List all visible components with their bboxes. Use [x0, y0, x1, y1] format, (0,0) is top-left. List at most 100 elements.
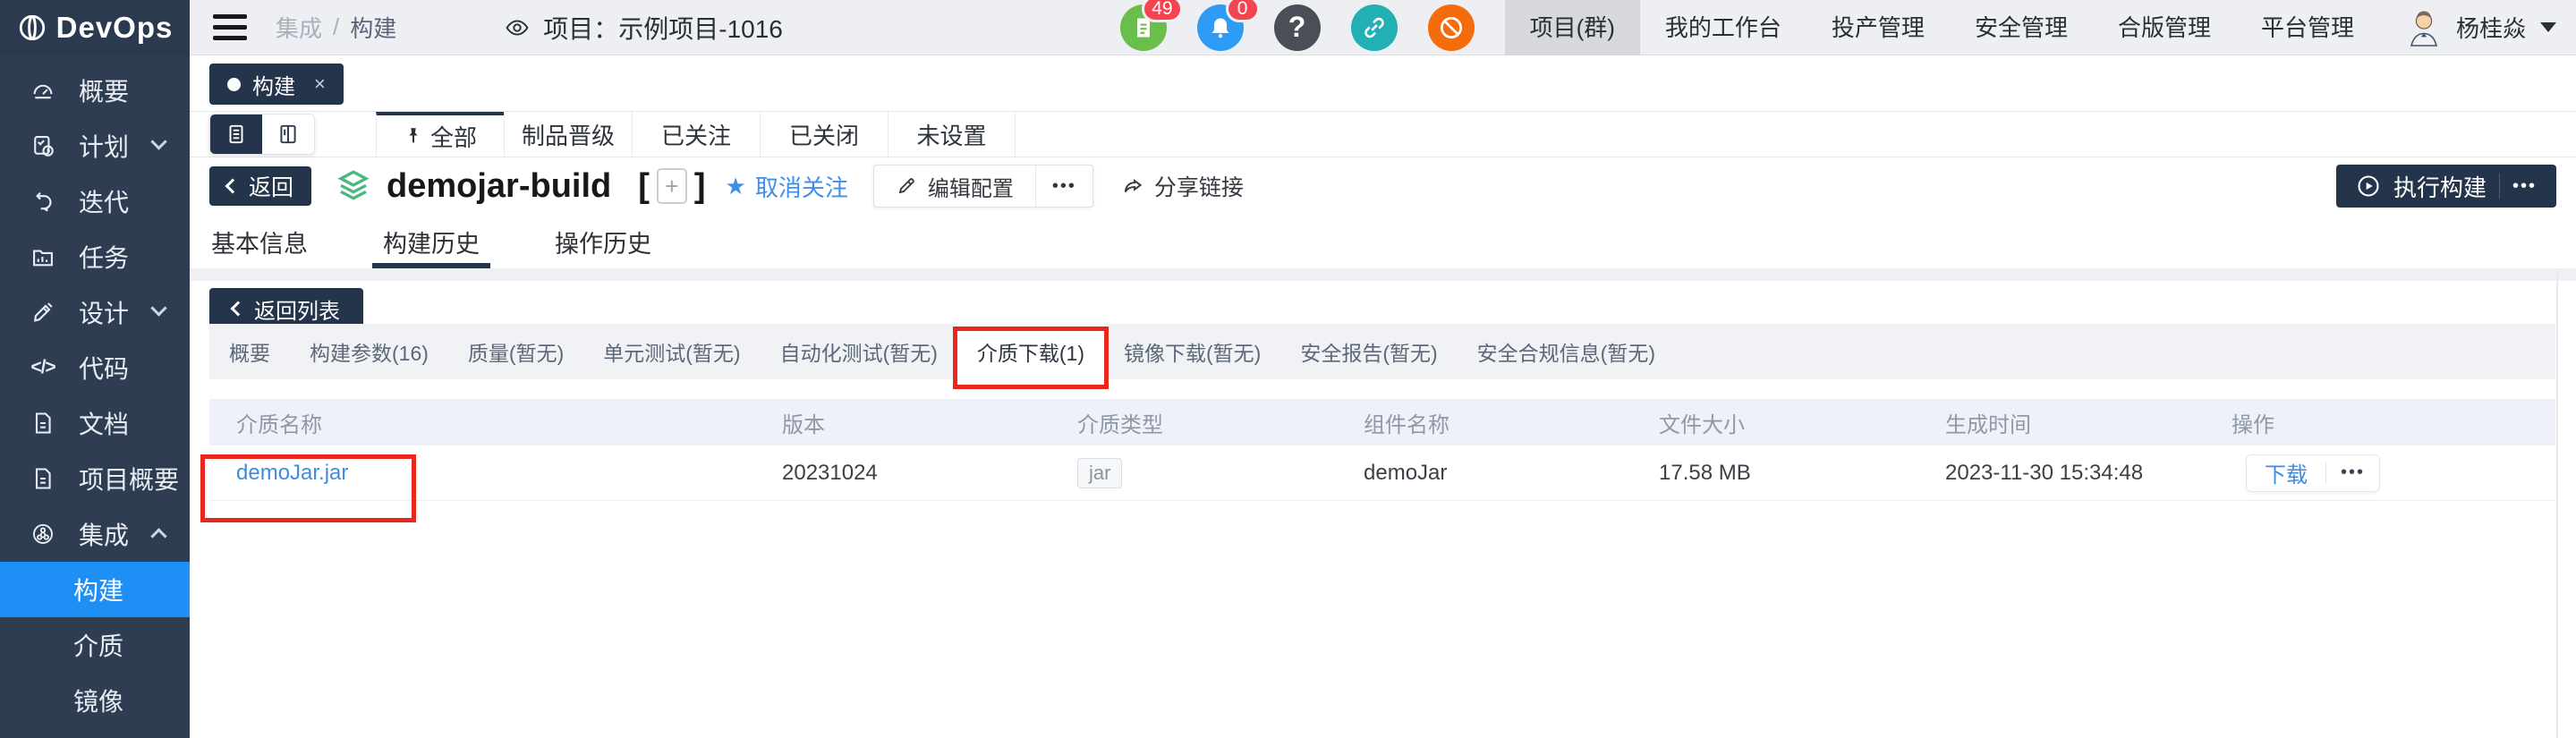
sidebar-item-code[interactable]: </> 代码	[0, 340, 190, 395]
edit-config-button[interactable]: 编辑配置	[874, 165, 1035, 207]
document-icon	[29, 411, 57, 436]
unfollow-button[interactable]: ★ 取消关注	[726, 170, 848, 203]
run-build-button[interactable]: 执行构建 •••	[2336, 165, 2556, 208]
menu-toggle-icon[interactable]	[213, 14, 247, 40]
sidebar-item-integration[interactable]: 集成	[0, 506, 190, 562]
tab-basic-info[interactable]: 基本信息	[211, 215, 308, 268]
breadcrumb-parent[interactable]: 集成	[276, 11, 322, 44]
sidebar-item-docs[interactable]: 文档	[0, 395, 190, 451]
filter-tab-closed[interactable]: 已关闭	[760, 112, 888, 157]
close-icon[interactable]: ×	[314, 72, 326, 96]
caret-down-icon	[2540, 22, 2556, 32]
sidebar-item-project-overview[interactable]: 项目概要	[0, 451, 190, 506]
detail-tabs: 基本信息 构建历史 操作历史	[190, 215, 2576, 268]
edit-config-group: 编辑配置 •••	[873, 165, 1093, 208]
tab-build-history[interactable]: 构建历史	[383, 215, 480, 268]
pencil-icon	[896, 175, 917, 197]
content-right-border	[2556, 268, 2558, 738]
run-more-button[interactable]: •••	[2512, 176, 2537, 197]
do-not-disturb-button[interactable]	[1428, 4, 1475, 51]
tasks-folder-icon	[29, 244, 57, 269]
board-view-button[interactable]	[262, 115, 314, 154]
media-file-link[interactable]: demoJar.jar	[236, 461, 348, 485]
view-switcher	[209, 114, 315, 155]
block-icon	[1438, 14, 1465, 41]
sidebar-item-build[interactable]: 构建	[0, 562, 190, 617]
sidebar-item-image[interactable]: 镜像	[0, 673, 190, 728]
back-button[interactable]: 返回	[209, 166, 311, 206]
section-tab-unit-test[interactable]: 单元测试(暂无)	[583, 324, 760, 379]
nav-item-production[interactable]: 投产管理	[1807, 0, 1950, 55]
devops-logo-icon	[17, 13, 47, 43]
list-view-button[interactable]	[210, 115, 262, 154]
filter-tabs: 全部 制品晋级 已关注 已关闭 未设置	[376, 112, 1016, 157]
sidebar-item-overview[interactable]: 概要	[0, 63, 190, 118]
expand-plus-button[interactable]: +	[657, 168, 687, 204]
type-tag: jar	[1077, 458, 1122, 488]
cell-media-type: jar	[1077, 458, 1364, 488]
iteration-icon	[29, 189, 57, 214]
app-logo-text: DevOps	[56, 11, 174, 45]
active-dot-icon	[227, 78, 241, 91]
play-circle-icon	[2356, 174, 2381, 199]
download-button[interactable]: 下载	[2247, 457, 2325, 488]
filter-tab-unset[interactable]: 未设置	[888, 112, 1016, 157]
filter-tab-followed[interactable]: 已关注	[632, 112, 760, 157]
table-header-row: 介质名称 版本 介质类型 组件名称 文件大小 生成时间 操作	[209, 399, 2555, 445]
user-name: 杨桂焱	[2456, 11, 2526, 44]
sidebar-item-plan[interactable]: 计划	[0, 118, 190, 174]
chevron-left-icon	[231, 301, 246, 317]
section-tab-summary[interactable]: 概要	[209, 324, 290, 379]
filter-tab-promotion[interactable]: 制品晋级	[504, 112, 632, 157]
section-tab-build-params[interactable]: 构建参数(16)	[290, 324, 448, 379]
code-icon: </>	[29, 357, 57, 378]
integration-icon	[29, 522, 57, 547]
section-tab-security-compliance[interactable]: 安全合规信息(暂无)	[1458, 324, 1675, 379]
app-logo[interactable]: DevOps	[0, 0, 190, 55]
design-icon	[29, 300, 57, 325]
notifications-badge: 0	[1226, 0, 1260, 22]
section-tab-security-report[interactable]: 安全报告(暂无)	[1280, 324, 1457, 379]
board-view-icon	[276, 123, 300, 146]
top-bar: DevOps 集成 / 构建 项目：示例项目-1016 49 0 ? 项目(群)…	[0, 0, 2576, 55]
workspace-tab-label: 构建	[252, 69, 295, 100]
col-header-created-time: 生成时间	[1945, 407, 2232, 438]
sidebar-item-media[interactable]: 介质	[0, 617, 190, 673]
nav-item-workbench[interactable]: 我的工作台	[1640, 0, 1807, 55]
sidebar-item-iteration[interactable]: 迭代	[0, 174, 190, 229]
nav-item-version[interactable]: 合版管理	[2093, 0, 2236, 55]
nav-item-projects[interactable]: 项目(群)	[1505, 0, 1640, 55]
ellipsis-icon: •••	[1052, 176, 1076, 197]
filter-tab-all[interactable]: 全部	[376, 112, 504, 157]
row-more-button[interactable]: •••	[2326, 462, 2379, 483]
notifications-button[interactable]: 0	[1197, 4, 1244, 51]
chevron-down-icon	[150, 300, 166, 316]
help-button[interactable]: ?	[1274, 4, 1321, 51]
sidebar-item-design[interactable]: 设计	[0, 284, 190, 340]
section-tab-auto-test[interactable]: 自动化测试(暂无)	[761, 324, 957, 379]
pin-icon	[404, 126, 423, 146]
divider	[2499, 174, 2500, 199]
nav-item-security[interactable]: 安全管理	[1950, 0, 2093, 55]
section-tab-image-download[interactable]: 镜像下载(暂无)	[1104, 324, 1280, 379]
link-button[interactable]	[1351, 4, 1398, 51]
plan-icon	[29, 133, 57, 158]
layers-icon	[335, 167, 372, 205]
project-name: 项目：示例项目-1016	[543, 10, 783, 46]
bracket-badge: [ + ]	[638, 167, 705, 206]
question-icon: ?	[1288, 11, 1306, 44]
breadcrumb: 集成 / 构建	[276, 11, 396, 44]
row-action-group: 下载 •••	[2246, 454, 2380, 492]
tab-operation-history[interactable]: 操作历史	[555, 215, 651, 268]
share-link-button[interactable]: 分享链接	[1122, 170, 1244, 202]
sidebar-item-tasks[interactable]: 任务	[0, 229, 190, 284]
col-header-media-type: 介质类型	[1077, 407, 1364, 438]
news-button[interactable]: 49	[1120, 4, 1167, 51]
nav-item-platform[interactable]: 平台管理	[2236, 0, 2379, 55]
edit-more-button[interactable]: •••	[1035, 165, 1092, 207]
section-tab-quality[interactable]: 质量(暂无)	[448, 324, 583, 379]
user-menu[interactable]: 杨桂焱	[2402, 6, 2556, 49]
workspace-tab-build[interactable]: 构建 ×	[209, 64, 344, 105]
section-tab-media-download[interactable]: 介质下载(1)	[957, 324, 1104, 379]
eye-icon	[502, 16, 532, 39]
